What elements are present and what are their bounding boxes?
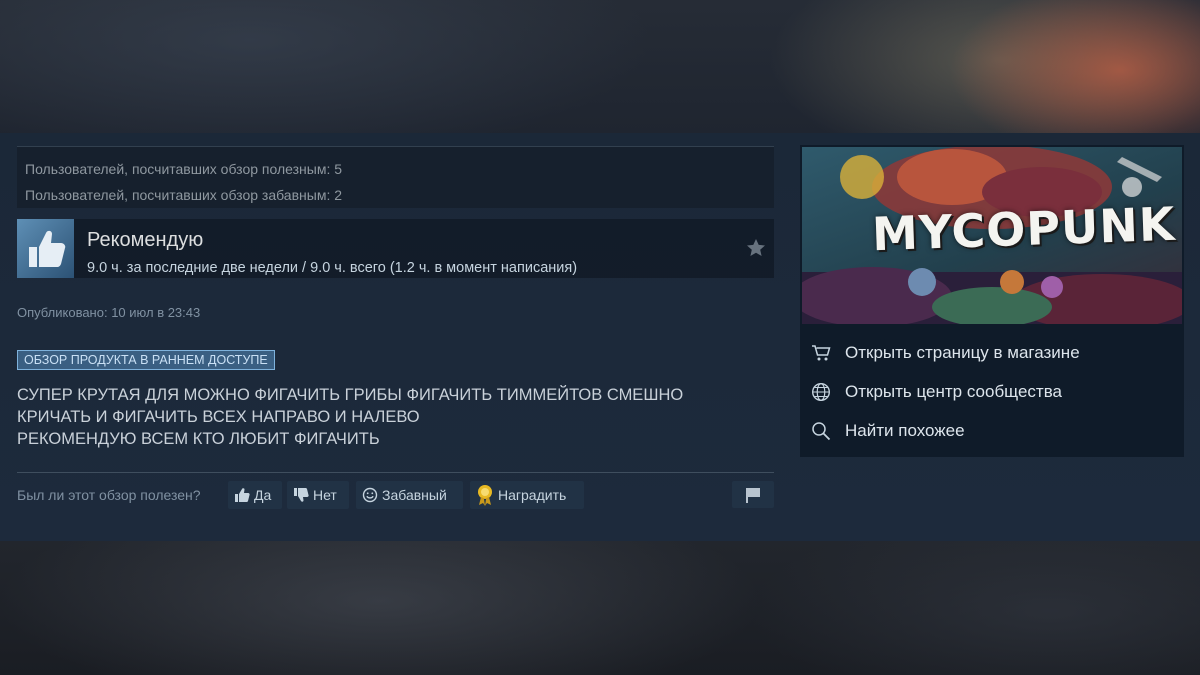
- game-logo: MYCOPUNK: [871, 196, 1177, 262]
- favorite-star-button[interactable]: [746, 238, 766, 263]
- thumbs-up-icon: [29, 230, 66, 267]
- divider: [17, 472, 774, 473]
- star-icon: [747, 239, 765, 256]
- community-hub-link[interactable]: Открыть центр сообщества: [810, 379, 1062, 405]
- globe-icon: [810, 381, 832, 403]
- helpful-count: Пользователей, посчитавших обзор полезны…: [25, 161, 343, 177]
- posted-date: Опубликовано: 10 июл в 23:43: [17, 305, 201, 320]
- cart-icon: [810, 342, 832, 364]
- thumbs-down-icon: [294, 488, 309, 502]
- recommendation-title: Рекомендую: [87, 229, 204, 251]
- search-icon: [810, 420, 832, 442]
- footer-background: [0, 541, 1200, 675]
- find-similar-label: Найти похожее: [845, 421, 965, 440]
- review-line: СУПЕР КРУТАЯ ДЛЯ МОЖНО ФИГАЧИТЬ ГРИБЫ ФИ…: [17, 386, 684, 404]
- vote-no-button[interactable]: Нет: [287, 481, 349, 509]
- review-body: СУПЕР КРУТАЯ ДЛЯ МОЖНО ФИГАЧИТЬ ГРИБЫ ФИ…: [17, 384, 777, 450]
- store-page-label: Открыть страницу в магазине: [845, 343, 1080, 362]
- helpful-question: Был ли этот обзор полезен?: [17, 487, 201, 503]
- store-page-link[interactable]: Открыть страницу в магазине: [810, 340, 1080, 366]
- award-icon: [478, 485, 492, 506]
- game-card: MYCOPUNK Открыть страницу в магазине Отк…: [800, 145, 1184, 457]
- header-background: [0, 0, 1200, 133]
- thumbs-up-tile: [17, 219, 74, 278]
- flag-icon: [746, 487, 760, 503]
- review-stats: Пользователей, посчитавших обзор полезны…: [17, 146, 774, 208]
- game-capsule-image[interactable]: MYCOPUNK: [802, 147, 1182, 324]
- funny-count: Пользователей, посчитавших обзор забавны…: [25, 187, 343, 203]
- thumbs-up-icon: [235, 488, 250, 502]
- vote-no-label: Нет: [313, 487, 337, 503]
- vote-yes-button[interactable]: Да: [228, 481, 282, 509]
- award-label: Наградить: [498, 487, 567, 503]
- review-line: КРИЧАТЬ И ФИГАЧИТЬ ВСЕХ НАПРАВО И НАЛЕВО: [17, 408, 420, 426]
- vote-yes-label: Да: [254, 487, 272, 503]
- find-similar-link[interactable]: Найти похожее: [810, 418, 965, 444]
- vote-funny-label: Забавный: [382, 487, 447, 503]
- award-button[interactable]: Наградить: [470, 481, 584, 509]
- early-access-badge: ОБЗОР ПРОДУКТА В РАННЕМ ДОСТУПЕ: [17, 350, 275, 370]
- review-line: РЕКОМЕНДУЮ ВСЕМ КТО ЛЮБИТ ФИГАЧИТЬ: [17, 430, 380, 448]
- smiley-icon: [362, 487, 378, 503]
- recommendation-box: Рекомендую 9.0 ч. за последние две недел…: [17, 219, 774, 278]
- community-hub-label: Открыть центр сообщества: [845, 382, 1063, 401]
- report-button[interactable]: [732, 481, 774, 508]
- playtime-hours: 9.0 ч. за последние две недели / 9.0 ч. …: [87, 260, 578, 276]
- vote-funny-button[interactable]: Забавный: [356, 481, 463, 509]
